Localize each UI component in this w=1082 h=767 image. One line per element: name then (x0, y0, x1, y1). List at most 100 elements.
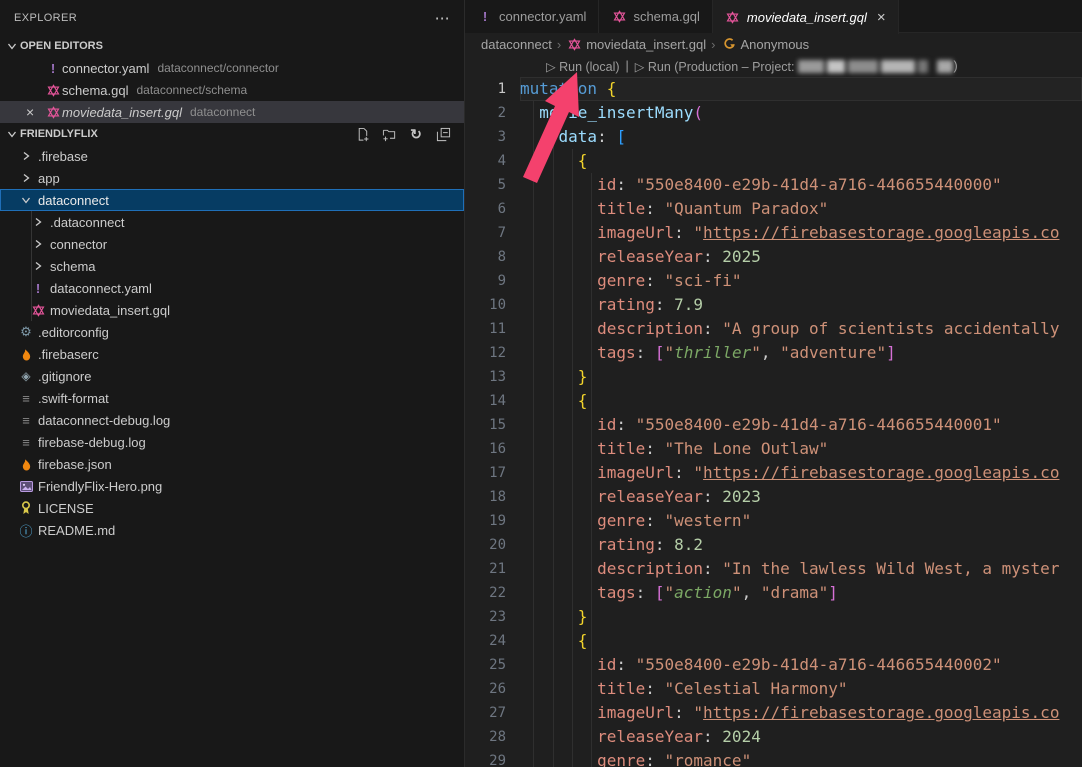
code-line-17[interactable]: 17 imageUrl: "https://firebasestorage.go… (465, 461, 1082, 485)
code-line-content: rating: 8.2 (520, 533, 1082, 557)
tree-item-dataconnect.yaml[interactable]: !dataconnect.yaml (0, 277, 464, 299)
graphql-file-icon (44, 104, 62, 120)
tab-connector.yaml[interactable]: !connector.yaml (465, 0, 599, 33)
code-line-23[interactable]: 23 } (465, 605, 1082, 629)
code-line-content: releaseYear: 2023 (520, 485, 1082, 509)
editor-code-area[interactable]: 1mutation {2 movie_insertMany(3 data: [4… (465, 77, 1082, 767)
code-line-18[interactable]: 18 releaseYear: 2023 (465, 485, 1082, 509)
code-line-content: rating: 7.9 (520, 293, 1082, 317)
code-line-content: title: "Quantum Paradox" (520, 197, 1082, 221)
code-line-21[interactable]: 21 description: "In the lawless Wild Wes… (465, 557, 1082, 581)
tree-item-.firebaserc[interactable]: .firebaserc (0, 343, 464, 365)
tree-item-.swift-format[interactable]: ≡.swift-format (0, 387, 464, 409)
code-line-content: description: "In the lawless Wild West, … (520, 557, 1082, 581)
run-production-link[interactable]: ▷ Run (Production – Project: (635, 59, 795, 74)
code-line-25[interactable]: 25 id: "550e8400-e29b-41d4-a716-44665544… (465, 653, 1082, 677)
code-line-1[interactable]: 1mutation { (465, 77, 1082, 101)
code-line-27[interactable]: 27 imageUrl: "https://firebasestorage.go… (465, 701, 1082, 725)
code-line-3[interactable]: 3 data: [ (465, 125, 1082, 149)
chevron-right-icon (30, 261, 46, 271)
breadcrumb-item-moviedata_insert.gql[interactable]: moviedata_insert.gql (566, 36, 706, 52)
code-line-11[interactable]: 11 description: "A group of scientists a… (465, 317, 1082, 341)
explorer-header: EXPLORER ⋯ (0, 0, 464, 35)
close-tab-icon[interactable]: × (877, 9, 886, 26)
code-line-13[interactable]: 13 } (465, 365, 1082, 389)
git-file-icon: ◈ (18, 368, 34, 384)
code-line-16[interactable]: 16 title: "The Lone Outlaw" (465, 437, 1082, 461)
code-line-20[interactable]: 20 rating: 8.2 (465, 533, 1082, 557)
open-editor-filename: connector.yaml (62, 61, 149, 76)
code-line-content: id: "550e8400-e29b-41d4-a716-44665544000… (520, 413, 1082, 437)
info-file-icon: ⓘ (18, 522, 34, 538)
line-number: 22 (465, 581, 520, 605)
breadcrumb: dataconnect›moviedata_insert.gql›Anonymo… (465, 33, 1082, 55)
code-line-5[interactable]: 5 id: "550e8400-e29b-41d4-a716-446655440… (465, 173, 1082, 197)
tree-item-dataconnect[interactable]: dataconnect (0, 189, 464, 211)
breadcrumb-label: Anonymous (741, 37, 810, 52)
code-line-22[interactable]: 22 tags: ["action", "drama"] (465, 581, 1082, 605)
graphql-file-icon (566, 36, 582, 52)
tree-item-moviedata_insert.gql[interactable]: moviedata_insert.gql (0, 299, 464, 321)
line-number: 11 (465, 317, 520, 341)
tree-item-connector[interactable]: connector (0, 233, 464, 255)
project-section-header[interactable]: FRIENDLYFLIX ↻ (0, 123, 464, 145)
tree-item-FriendlyFlix-Hero.png[interactable]: FriendlyFlix-Hero.png (0, 475, 464, 497)
open-editor-path: dataconnect (190, 105, 255, 119)
tree-item-app[interactable]: app (0, 167, 464, 189)
open-editor-connector.yaml[interactable]: !connector.yamldataconnect/connector (0, 57, 464, 79)
breadcrumb-item-Anonymous[interactable]: Anonymous (721, 36, 810, 52)
tree-item-firebase.json[interactable]: firebase.json (0, 453, 464, 475)
open-editors-label: OPEN EDITORS (20, 40, 103, 52)
code-line-8[interactable]: 8 releaseYear: 2025 (465, 245, 1082, 269)
tree-item-LICENSE[interactable]: LICENSE (0, 497, 464, 519)
code-line-15[interactable]: 15 id: "550e8400-e29b-41d4-a716-44665544… (465, 413, 1082, 437)
breadcrumb-label: dataconnect (481, 37, 552, 52)
tree-item-.gitignore[interactable]: ◈.gitignore (0, 365, 464, 387)
lines-file-icon: ≡ (18, 434, 34, 450)
tree-item-dataconnect-debug.log[interactable]: ≡dataconnect-debug.log (0, 409, 464, 431)
code-line-6[interactable]: 6 title: "Quantum Paradox" (465, 197, 1082, 221)
vscode-window: EXPLORER ⋯ OPEN EDITORS !connector.yamld… (0, 0, 1082, 767)
code-line-19[interactable]: 19 genre: "western" (465, 509, 1082, 533)
code-line-2[interactable]: 2 movie_insertMany( (465, 101, 1082, 125)
more-actions-icon[interactable]: ⋯ (435, 9, 450, 27)
code-line-content: imageUrl: "https://firebasestorage.googl… (520, 221, 1082, 245)
tree-item-schema[interactable]: schema (0, 255, 464, 277)
code-line-content: } (520, 605, 1082, 629)
code-line-7[interactable]: 7 imageUrl: "https://firebasestorage.goo… (465, 221, 1082, 245)
line-number: 19 (465, 509, 520, 533)
chevron-right-icon (18, 151, 34, 161)
code-line-9[interactable]: 9 genre: "sci-fi" (465, 269, 1082, 293)
tab-moviedata_insert.gql[interactable]: moviedata_insert.gql× (713, 0, 899, 34)
code-line-12[interactable]: 12 tags: ["thriller", "adventure"] (465, 341, 1082, 365)
open-editor-schema.gql[interactable]: schema.gqldataconnect/schema (0, 79, 464, 101)
collapse-all-button[interactable] (434, 125, 452, 143)
code-line-24[interactable]: 24 { (465, 629, 1082, 653)
chevron-right-icon (18, 173, 34, 183)
refresh-button[interactable]: ↻ (407, 125, 425, 143)
open-editors-header[interactable]: OPEN EDITORS (0, 35, 464, 57)
tab-schema.gql[interactable]: schema.gql (599, 0, 712, 33)
breadcrumb-item-dataconnect[interactable]: dataconnect (481, 37, 552, 52)
tree-item-.dataconnect[interactable]: .dataconnect (0, 211, 464, 233)
tab-bar: !connector.yamlschema.gqlmoviedata_inser… (465, 0, 1082, 33)
code-line-14[interactable]: 14 { (465, 389, 1082, 413)
close-editor-icon[interactable]: × (26, 104, 44, 120)
code-line-4[interactable]: 4 { (465, 149, 1082, 173)
new-folder-button[interactable] (380, 125, 398, 143)
tree-item-.firebase[interactable]: .firebase (0, 145, 464, 167)
code-line-content: genre: "romance" (520, 749, 1082, 767)
code-line-29[interactable]: 29 genre: "romance" (465, 749, 1082, 767)
project-name: FRIENDLYFLIX (20, 128, 98, 140)
code-line-10[interactable]: 10 rating: 7.9 (465, 293, 1082, 317)
tree-item-.editorconfig[interactable]: ⚙.editorconfig (0, 321, 464, 343)
code-line-26[interactable]: 26 title: "Celestial Harmony" (465, 677, 1082, 701)
tree-item-README.md[interactable]: ⓘREADME.md (0, 519, 464, 541)
code-line-28[interactable]: 28 releaseYear: 2024 (465, 725, 1082, 749)
tree-item-firebase-debug.log[interactable]: ≡firebase-debug.log (0, 431, 464, 453)
new-file-button[interactable] (353, 125, 371, 143)
run-local-link[interactable]: ▷ Run (local) (546, 59, 620, 74)
operation-icon (721, 36, 737, 52)
chevron-right-icon (30, 239, 46, 249)
open-editor-moviedata_insert.gql[interactable]: ×moviedata_insert.gqldataconnect (0, 101, 464, 123)
